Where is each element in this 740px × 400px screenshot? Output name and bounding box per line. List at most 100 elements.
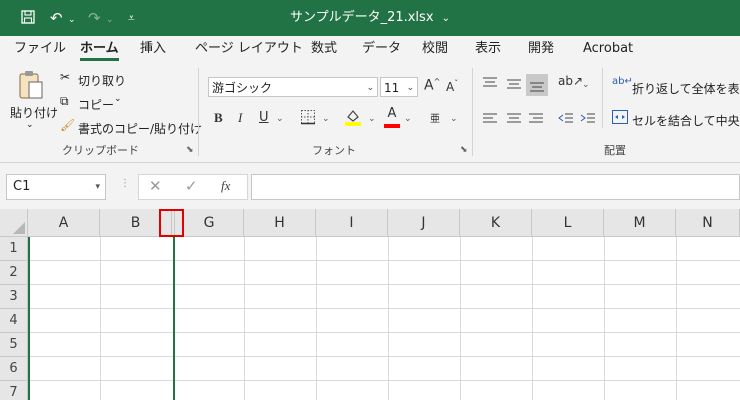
gridline — [28, 308, 740, 309]
row-header-3[interactable]: 3 — [0, 285, 28, 309]
name-box[interactable]: C1 ▾ — [6, 174, 106, 200]
font-group-label: フォント — [312, 144, 356, 157]
spreadsheet-grid: A B G H I J K L M N 1 2 3 4 5 6 7 — [0, 209, 740, 400]
tab-review[interactable]: 校閲 — [422, 36, 448, 62]
alignment-group-label: 配置 — [604, 144, 626, 157]
hidden-column-highlight — [159, 209, 184, 237]
align-left-icon[interactable] — [482, 112, 498, 130]
borders-icon[interactable] — [300, 109, 316, 129]
title-dropdown-icon[interactable]: ⌄ — [442, 13, 450, 24]
formula-bar: C1 ▾ ⋮ ✕ ✓ fx — [0, 163, 740, 209]
active-column-c-line — [173, 237, 175, 400]
decrease-font-size-icon[interactable]: Aˇ — [446, 79, 458, 94]
cut-button[interactable]: 切り取り — [78, 72, 126, 89]
top-align-icon[interactable] — [482, 76, 498, 94]
tab-developer[interactable]: 開発 — [528, 36, 554, 62]
phonetic-guide-icon[interactable]: 亜 — [430, 110, 440, 125]
column-header-j[interactable]: J — [388, 209, 460, 237]
bottom-align-icon[interactable] — [526, 74, 548, 96]
tab-data[interactable]: データ — [362, 36, 401, 62]
format-painter-icon: 🖌 — [60, 118, 76, 132]
font-name-dropdown-icon: ⌄ — [366, 83, 374, 93]
title-bar: ↶ ⌄ ↷ ⌄ ⩡ サンプルデータ_21.xlsx ⌄ — [0, 0, 740, 36]
font-name-select[interactable]: 游ゴシック ⌄ — [208, 77, 378, 97]
gridline — [604, 237, 605, 400]
decrease-indent-icon[interactable] — [558, 112, 574, 130]
font-color-swatch — [384, 124, 400, 128]
formula-bar-drag-handle[interactable]: ⋮ — [120, 178, 130, 189]
name-box-value: C1 — [13, 179, 31, 194]
paste-button[interactable]: 貼り付け ⌄ — [8, 68, 58, 132]
underline-button[interactable]: U — [259, 110, 269, 125]
orientation-dropdown-icon[interactable]: ⌄ — [582, 80, 590, 90]
row-header-1[interactable]: 1 — [0, 237, 28, 261]
orientation-icon[interactable]: ab↗ — [558, 74, 583, 88]
align-right-icon[interactable] — [528, 112, 544, 130]
fill-color-icon[interactable] — [344, 108, 362, 130]
tab-formulas[interactable]: 数式 — [311, 36, 337, 62]
merge-center-button[interactable]: セルを結合して中央揃え — [632, 112, 740, 129]
column-header-a[interactable]: A — [28, 209, 100, 237]
row-header-4[interactable]: 4 — [0, 309, 28, 333]
select-all-button[interactable] — [0, 209, 28, 237]
tab-insert[interactable]: 挿入 — [140, 36, 166, 62]
column-header-m[interactable]: M — [604, 209, 676, 237]
row-header-7[interactable]: 7 — [0, 381, 28, 400]
ribbon: 貼り付け ⌄ ✂ 切り取り ⧉ コピー ⌄ 🖌 書式のコピー/貼り付け クリップ… — [0, 62, 740, 163]
wrap-text-icon: ab↵ — [612, 76, 633, 87]
font-color-button[interactable]: A — [384, 106, 400, 121]
wrap-text-button[interactable]: 折り返して全体を表示する — [632, 80, 740, 97]
row-header-5[interactable]: 5 — [0, 333, 28, 357]
tab-acrobat[interactable]: Acrobat — [583, 36, 633, 62]
tab-page-layout[interactable]: ページ レイアウト — [195, 36, 303, 62]
font-size-select[interactable]: 11 ⌄ — [380, 77, 418, 97]
format-painter-button[interactable]: 書式のコピー/貼り付け — [78, 120, 202, 137]
font-name-value: 游ゴシック — [212, 81, 273, 95]
font-size-value: 11 — [384, 81, 400, 95]
column-header-l[interactable]: L — [532, 209, 604, 237]
window-title: サンプルデータ_21.xlsx ⌄ — [0, 0, 740, 36]
cut-icon: ✂ — [60, 70, 71, 84]
borders-dropdown-icon[interactable]: ⌄ — [322, 114, 330, 124]
fill-color-dropdown-icon[interactable]: ⌄ — [368, 114, 376, 124]
window-title-text: サンプルデータ_21.xlsx — [289, 10, 434, 25]
name-box-dropdown-icon[interactable]: ▾ — [95, 175, 100, 199]
font-color-letter: A — [387, 106, 397, 121]
column-header-h[interactable]: H — [244, 209, 316, 237]
row-header-6[interactable]: 6 — [0, 357, 28, 381]
phonetic-dropdown-icon[interactable]: ⌄ — [450, 114, 458, 124]
gridline — [316, 237, 317, 400]
paste-dropdown-icon[interactable]: ⌄ — [26, 120, 34, 130]
column-header-i[interactable]: I — [316, 209, 388, 237]
italic-button[interactable]: I — [238, 110, 242, 126]
gridline — [100, 237, 101, 400]
middle-align-icon[interactable] — [506, 76, 522, 94]
tab-view[interactable]: 表示 — [475, 36, 501, 62]
bold-button[interactable]: B — [214, 110, 223, 126]
gridline — [532, 237, 533, 400]
tab-file[interactable]: ファイル — [14, 36, 66, 62]
copy-dropdown-icon[interactable]: ⌄ — [114, 94, 122, 104]
row-header-2[interactable]: 2 — [0, 261, 28, 285]
fill-color-swatch — [345, 122, 361, 126]
tab-home[interactable]: ホーム — [80, 36, 119, 62]
font-launcher-icon[interactable]: ⬊ — [460, 145, 468, 155]
underline-dropdown-icon[interactable]: ⌄ — [276, 114, 284, 124]
column-header-k[interactable]: K — [460, 209, 532, 237]
align-center-icon[interactable] — [506, 112, 522, 130]
column-header-n[interactable]: N — [676, 209, 740, 237]
increase-indent-icon[interactable] — [580, 112, 596, 130]
insert-function-button[interactable]: fx — [221, 178, 230, 194]
paste-label: 貼り付け — [10, 106, 59, 120]
increase-font-size-icon[interactable]: A^ — [424, 77, 440, 94]
copy-button[interactable]: コピー — [78, 96, 114, 113]
font-color-dropdown-icon[interactable]: ⌄ — [404, 114, 412, 124]
formula-input[interactable] — [251, 174, 740, 200]
clipboard-launcher-icon[interactable]: ⬊ — [186, 145, 194, 155]
gridline — [28, 380, 740, 381]
column-header-g[interactable]: G — [175, 209, 244, 237]
enter-icon[interactable]: ✓ — [185, 177, 198, 195]
cancel-icon[interactable]: ✕ — [149, 177, 162, 195]
gridline — [28, 356, 740, 357]
ribbon-separator — [602, 68, 603, 128]
